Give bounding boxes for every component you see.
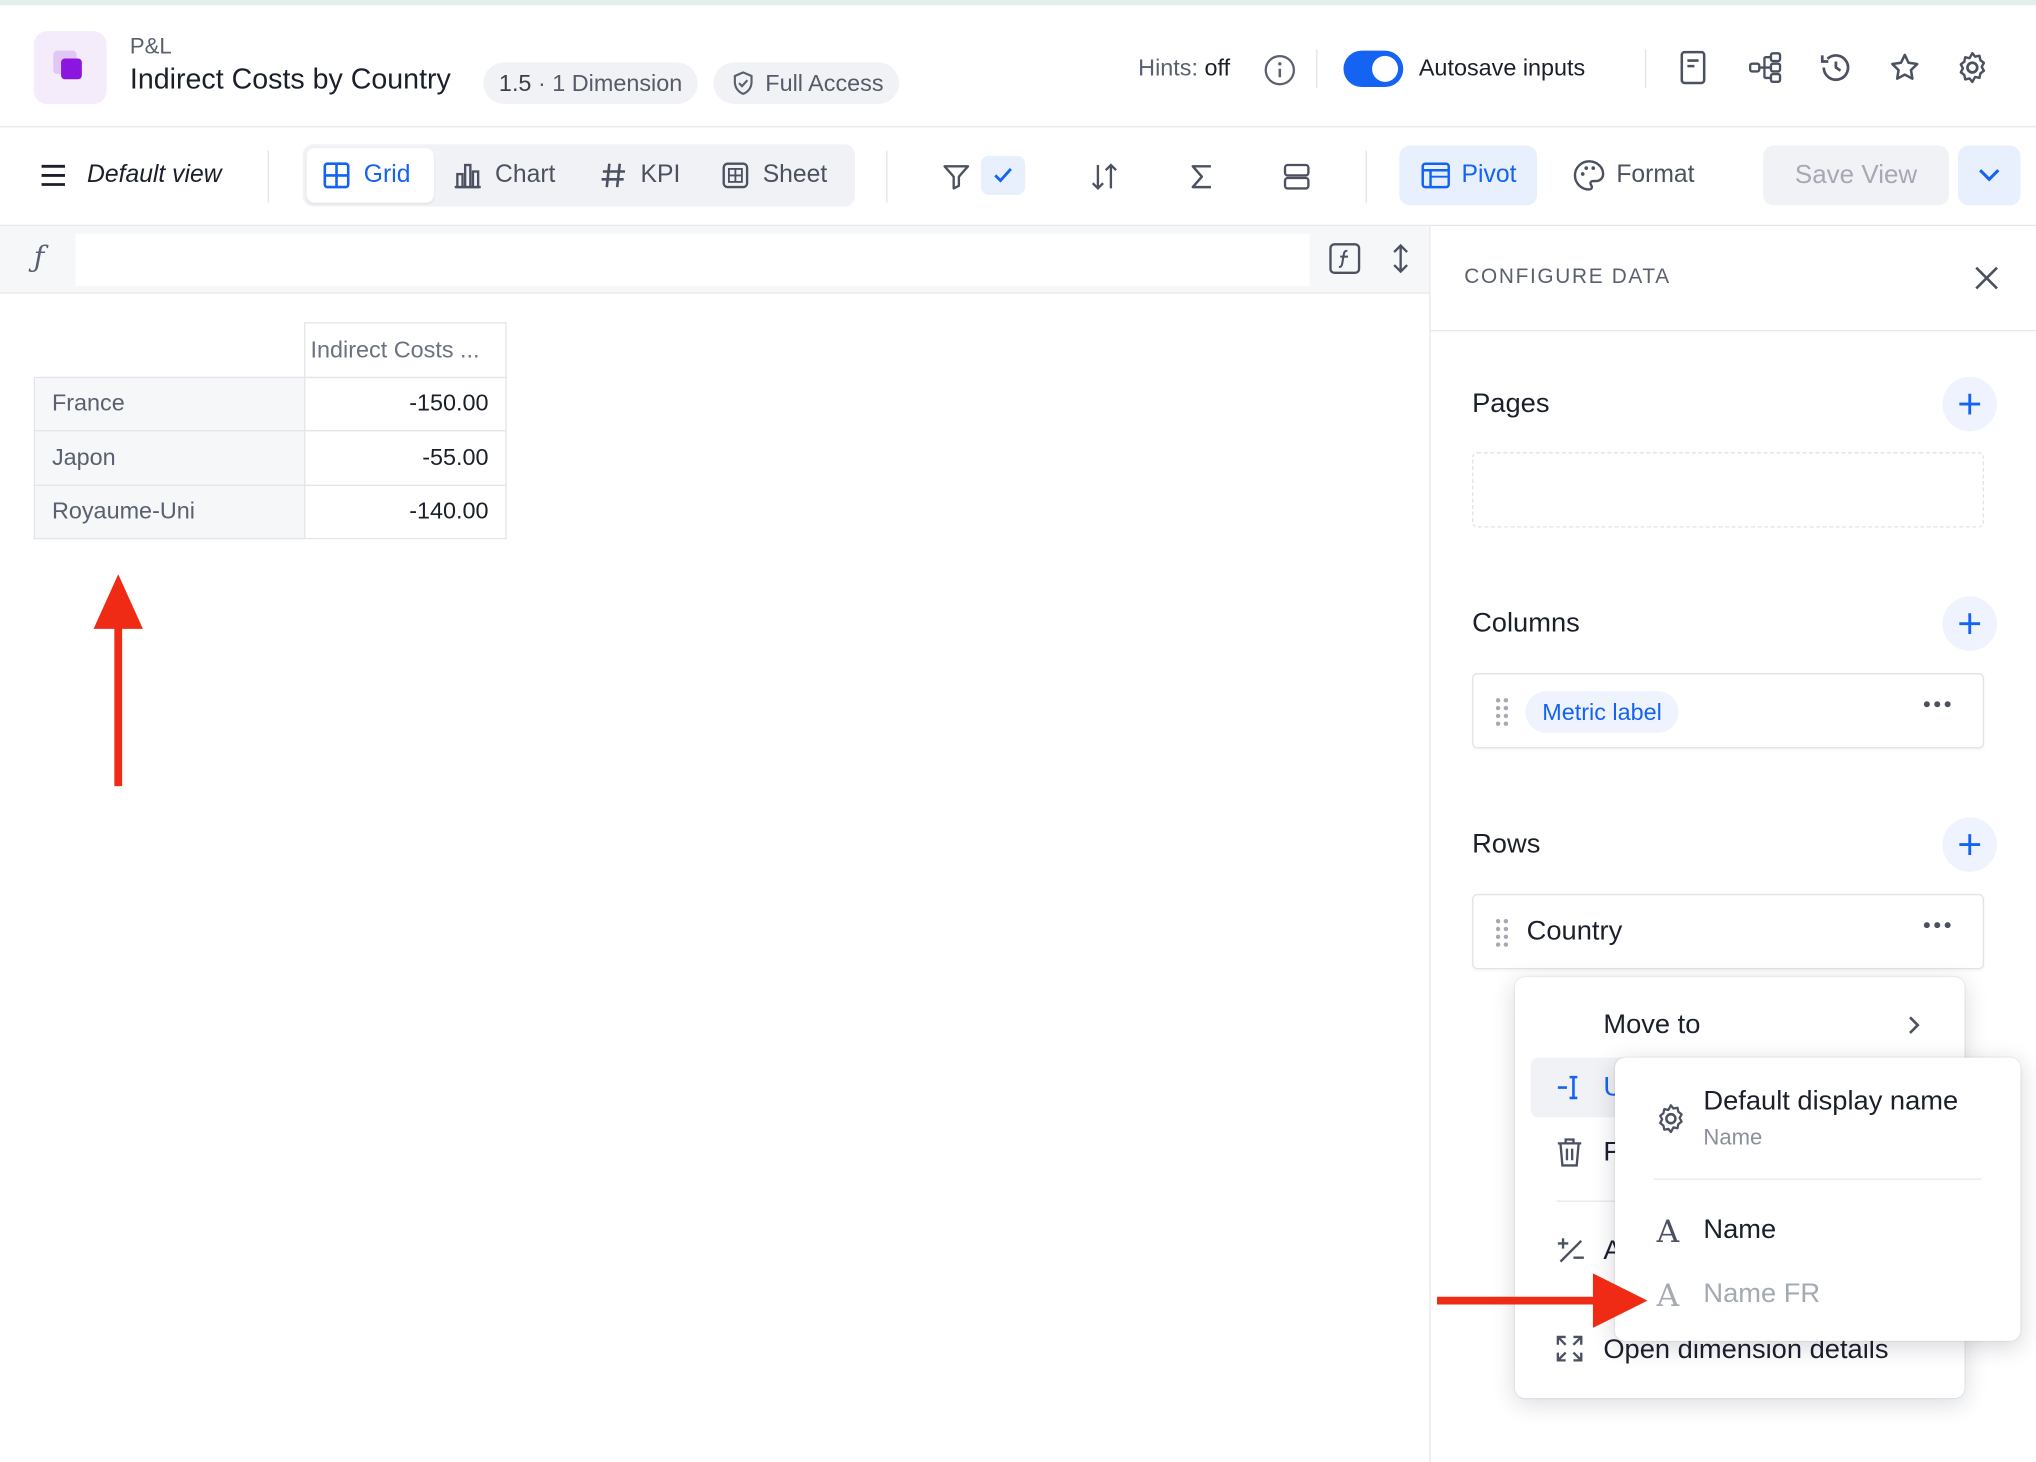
autosave-toggle[interactable]: [1343, 50, 1404, 88]
attribute-letter-icon: A: [1656, 1277, 1680, 1314]
expand-icon: [1556, 1335, 1583, 1362]
add-row-button[interactable]: [1942, 817, 1998, 872]
metric-label-chip: Metric label: [1525, 691, 1679, 733]
tab-grid[interactable]: Grid: [306, 148, 434, 203]
format-button[interactable]: Format: [1572, 146, 1695, 206]
grid-corner-cell: [34, 322, 306, 378]
pages-section-title: Pages: [1472, 388, 1550, 419]
history-icon[interactable]: [1816, 48, 1855, 87]
rows-section-title: Rows: [1472, 828, 1541, 859]
sheet-icon: [722, 162, 749, 189]
access-label: Full Access: [765, 70, 884, 97]
grid-icon: [323, 162, 350, 189]
display-name-submenu: Default display name Name A Name A Name …: [1615, 1057, 2021, 1341]
default-display-name-value: Name: [1703, 1125, 1763, 1150]
display-name-option-name-fr[interactable]: A Name FR: [1615, 1266, 2020, 1323]
header: P&L Indirect Costs by Country 1.5 · 1 Di…: [0, 5, 2036, 128]
column-header[interactable]: Indirect Costs ...: [304, 322, 507, 378]
pivot-button[interactable]: Pivot: [1399, 145, 1538, 206]
bar-chart-icon: [454, 163, 481, 189]
value-cell[interactable]: -140.00: [304, 483, 507, 540]
formula-input[interactable]: [75, 233, 1310, 286]
plus-icon: [1959, 393, 1981, 415]
attribute-letter-icon: A: [1656, 1213, 1680, 1250]
hints-status: Hints: off: [1138, 55, 1230, 82]
function-icon: ƒ: [33, 241, 45, 275]
autosave-label: Autosave inputs: [1418, 54, 1586, 81]
app-logo: [33, 31, 107, 104]
hints-label: Hints:: [1138, 54, 1198, 81]
add-column-button[interactable]: [1942, 596, 1998, 651]
expand-vertical-icon[interactable]: [1385, 240, 1416, 276]
hamburger-menu-icon[interactable]: [39, 161, 68, 196]
close-icon[interactable]: [1972, 264, 2001, 299]
menu-item-move-to[interactable]: Move to: [1515, 995, 1965, 1055]
pivot-table-icon: [1421, 162, 1450, 189]
gear-icon[interactable]: [1953, 48, 1992, 87]
text-cursor-icon: [1557, 1075, 1578, 1100]
hash-icon: [601, 163, 625, 188]
table-row: Royaume-Uni -140.00: [33, 483, 507, 540]
trash-icon: [1557, 1138, 1582, 1167]
notes-icon[interactable]: [1673, 48, 1712, 87]
table-row: France -150.00: [33, 376, 507, 432]
view-mode-switcher: Grid Chart KPI Sheet: [302, 144, 855, 207]
info-icon[interactable]: [1262, 52, 1298, 88]
table-row: Japon -55.00: [33, 430, 507, 486]
tab-sheet[interactable]: Sheet: [706, 148, 843, 203]
palette-icon: [1573, 160, 1605, 191]
access-badge[interactable]: Full Access: [713, 62, 900, 104]
column-field-metric-label[interactable]: Metric label: [1472, 673, 1985, 749]
save-view-button[interactable]: Save View: [1763, 145, 1949, 206]
filter-active-check-icon[interactable]: [980, 155, 1026, 195]
version-number: 1.5: [498, 70, 532, 97]
row-field-country[interactable]: Country: [1472, 893, 1985, 970]
plus-minus-icon: [1557, 1238, 1584, 1263]
view-name[interactable]: Default view: [87, 161, 221, 190]
add-page-button[interactable]: [1942, 376, 1998, 432]
columns-section-title: Columns: [1472, 608, 1580, 638]
rows-layout-icon[interactable]: [1279, 159, 1315, 195]
more-options-icon[interactable]: [1923, 920, 1952, 930]
plus-icon: [1959, 834, 1981, 855]
gear-icon: [1659, 1104, 1683, 1134]
row-header[interactable]: Japon: [33, 430, 306, 486]
hierarchy-icon[interactable]: [1745, 48, 1787, 87]
display-name-option-name[interactable]: A Name: [1615, 1202, 2020, 1259]
drag-handle-icon[interactable]: [1494, 917, 1510, 948]
shield-check-icon: [733, 71, 753, 96]
breadcrumb[interactable]: P&L: [130, 34, 172, 60]
row-header[interactable]: France: [33, 376, 306, 432]
sort-icon[interactable]: [1086, 159, 1122, 195]
drag-handle-icon[interactable]: [1494, 696, 1510, 727]
tab-kpi[interactable]: KPI: [583, 148, 696, 203]
pages-drop-zone[interactable]: [1472, 452, 1985, 528]
value-cell[interactable]: -55.00: [304, 430, 507, 486]
sigma-icon[interactable]: [1184, 159, 1220, 195]
chevron-right-icon: [1909, 1016, 1920, 1034]
more-options-icon[interactable]: [1923, 699, 1952, 709]
star-icon[interactable]: [1885, 48, 1924, 87]
toolbar: Default view Grid Chart KPI Sheet Pivot …: [0, 127, 2036, 227]
value-cell[interactable]: -150.00: [304, 376, 507, 432]
plus-icon: [1959, 613, 1981, 635]
dimension-count: · 1 Dimension: [537, 70, 683, 97]
tab-chart[interactable]: Chart: [438, 148, 571, 203]
page-title: Indirect Costs by Country: [129, 62, 451, 95]
filter-icon[interactable]: [938, 159, 974, 195]
row-header[interactable]: Royaume-Uni: [33, 483, 306, 540]
app-root: P&L Indirect Costs by Country 1.5 · 1 Di…: [0, 0, 2036, 1462]
annotation-arrow-right: [1437, 1273, 1648, 1328]
formula-editor-icon[interactable]: [1327, 240, 1363, 276]
version-badge[interactable]: 1.5 · 1 Dimension: [483, 62, 698, 104]
formula-bar: ƒ: [0, 226, 1430, 294]
data-grid: Indirect Costs ... France -150.00 Japon …: [33, 322, 507, 540]
save-options-chevron-icon[interactable]: [1958, 145, 2021, 206]
annotation-arrow-up: [93, 574, 143, 787]
country-label: Country: [1526, 916, 1623, 946]
panel-title: CONFIGURE DATA: [1464, 266, 1671, 289]
hints-value: off: [1204, 54, 1231, 81]
default-display-name-option[interactable]: Default display name: [1703, 1086, 1958, 1117]
